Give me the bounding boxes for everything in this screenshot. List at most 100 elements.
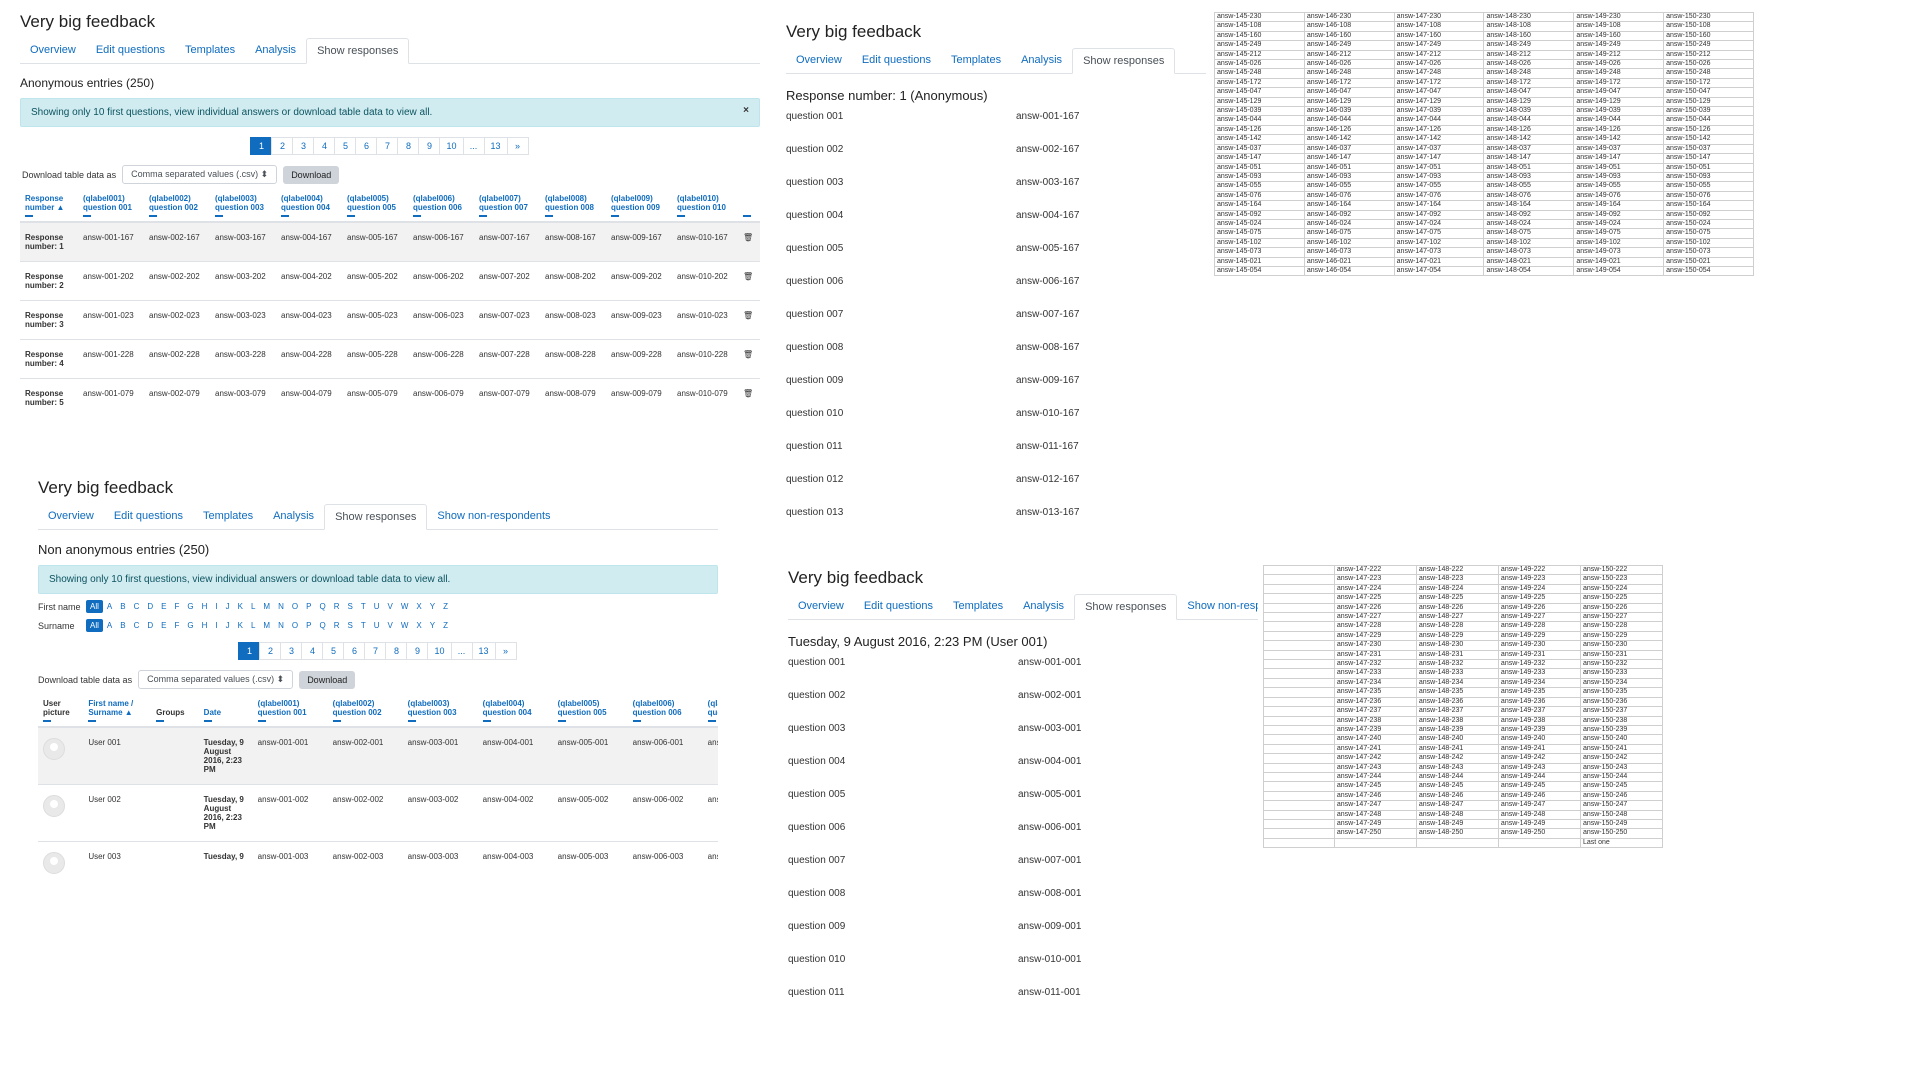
- initial-n[interactable]: N: [274, 600, 288, 613]
- collapse-icon[interactable]: [545, 215, 553, 217]
- page-link[interactable]: 4: [301, 642, 324, 660]
- column-header[interactable]: (qlabel002) question 002: [144, 190, 210, 223]
- column-header[interactable]: (qlabel00question: [702, 695, 718, 728]
- close-icon[interactable]: ×: [743, 105, 749, 116]
- column-header[interactable]: (qlabel005) question 005: [342, 190, 408, 223]
- collapse-icon[interactable]: [482, 720, 491, 722]
- initial-p[interactable]: P: [302, 619, 315, 632]
- initial-u[interactable]: U: [370, 619, 384, 632]
- collapse-icon[interactable]: [677, 215, 685, 217]
- page-link[interactable]: 9: [406, 642, 429, 660]
- initial-z[interactable]: Z: [439, 619, 452, 632]
- page-link[interactable]: 1: [238, 642, 261, 660]
- tab-show-non-respondents[interactable]: Show non-respondents: [427, 504, 560, 529]
- collapse-icon[interactable]: [43, 720, 51, 722]
- collapse-icon[interactable]: [632, 720, 641, 722]
- collapse-icon[interactable]: [407, 720, 416, 722]
- page-link[interactable]: 2: [271, 137, 294, 155]
- initial-a[interactable]: A: [103, 600, 116, 613]
- collapse-icon[interactable]: [88, 720, 97, 722]
- tab-edit-questions[interactable]: Edit questions: [854, 594, 943, 619]
- initial-n[interactable]: N: [274, 619, 288, 632]
- column-header[interactable]: (qlabel001) question 001: [252, 695, 328, 728]
- initial-i[interactable]: I: [211, 600, 221, 613]
- initial-q[interactable]: Q: [315, 600, 329, 613]
- collapse-icon[interactable]: [707, 720, 716, 722]
- initial-v[interactable]: V: [383, 600, 396, 613]
- initial-w[interactable]: W: [397, 619, 413, 632]
- page-link[interactable]: »: [506, 137, 529, 155]
- initial-p[interactable]: P: [302, 600, 315, 613]
- initial-c[interactable]: C: [130, 600, 144, 613]
- user-link[interactable]: User 003: [83, 841, 152, 884]
- initial-k[interactable]: K: [234, 619, 247, 632]
- response-number-link[interactable]: Response number: 2: [20, 261, 78, 301]
- response-number-link[interactable]: Response number: 5: [20, 378, 78, 407]
- column-header[interactable]: (qlabel010) question 010: [672, 190, 738, 223]
- user-link[interactable]: User 002: [83, 784, 152, 842]
- initial-c[interactable]: C: [130, 619, 144, 632]
- initial-l[interactable]: L: [247, 600, 259, 613]
- initial-e[interactable]: E: [157, 600, 170, 613]
- page-link[interactable]: 7: [364, 642, 387, 660]
- column-header[interactable]: (qlabel007) question 007: [474, 190, 540, 223]
- initial-b[interactable]: B: [116, 600, 129, 613]
- format-select[interactable]: Comma separated values (.csv) ⬍: [122, 165, 278, 184]
- date-link[interactable]: Tuesday, 9 August 2016, 2:23 PM: [198, 784, 253, 842]
- initial-o[interactable]: O: [288, 619, 302, 632]
- initial-f[interactable]: F: [170, 619, 183, 632]
- page-link[interactable]: 6: [343, 642, 366, 660]
- download-button[interactable]: Download: [283, 165, 340, 184]
- initial-all[interactable]: All: [86, 619, 103, 632]
- page-link[interactable]: 2: [259, 642, 282, 660]
- tab-overview[interactable]: Overview: [38, 504, 104, 529]
- tab-edit-questions[interactable]: Edit questions: [852, 48, 941, 73]
- tab-templates[interactable]: Templates: [943, 594, 1013, 619]
- column-header[interactable]: (qlabel006) question 006: [627, 695, 703, 728]
- tab-overview[interactable]: Overview: [788, 594, 854, 619]
- initial-r[interactable]: R: [330, 600, 344, 613]
- initial-w[interactable]: W: [397, 600, 413, 613]
- collapse-icon[interactable]: [215, 215, 223, 217]
- initial-t[interactable]: T: [357, 600, 370, 613]
- tab-analysis[interactable]: Analysis: [263, 504, 324, 529]
- column-header[interactable]: Date: [198, 695, 253, 728]
- tab-show-responses[interactable]: Show responses: [306, 38, 410, 64]
- collapse-icon[interactable]: [257, 720, 266, 722]
- collapse-icon[interactable]: [413, 215, 421, 217]
- initial-v[interactable]: V: [383, 619, 396, 632]
- delete-icon[interactable]: 🗑: [738, 339, 760, 379]
- tab-show-responses[interactable]: Show responses: [324, 504, 428, 530]
- column-header[interactable]: (qlabel008) question 008: [540, 190, 606, 223]
- initial-q[interactable]: Q: [315, 619, 329, 632]
- collapse-icon[interactable]: [332, 720, 341, 722]
- page-link[interactable]: 6: [355, 137, 378, 155]
- column-header[interactable]: First name / Surname ▲: [83, 695, 152, 728]
- page-link[interactable]: 8: [397, 137, 420, 155]
- initial-d[interactable]: D: [143, 600, 157, 613]
- response-number-link[interactable]: Response number: 1: [20, 221, 78, 262]
- collapse-icon[interactable]: [557, 720, 566, 722]
- tab-edit-questions[interactable]: Edit questions: [86, 38, 175, 63]
- collapse-icon[interactable]: [743, 215, 751, 217]
- delete-icon[interactable]: 🗑: [738, 261, 760, 301]
- initial-x[interactable]: X: [412, 600, 425, 613]
- column-header[interactable]: (qlabel003) question 003: [402, 695, 478, 728]
- column-header[interactable]: (qlabel006) question 006: [408, 190, 474, 223]
- page-link[interactable]: 3: [292, 137, 315, 155]
- collapse-icon[interactable]: [611, 215, 619, 217]
- column-header[interactable]: (qlabel004) question 004: [477, 695, 553, 728]
- tab-overview[interactable]: Overview: [786, 48, 852, 73]
- date-link[interactable]: Tuesday, 9: [198, 841, 253, 884]
- initial-e[interactable]: E: [157, 619, 170, 632]
- page-link[interactable]: 4: [313, 137, 336, 155]
- initial-j[interactable]: J: [222, 619, 234, 632]
- page-link[interactable]: 5: [334, 137, 357, 155]
- user-link[interactable]: User 001: [83, 726, 152, 785]
- collapse-icon[interactable]: [203, 720, 212, 722]
- column-header[interactable]: (qlabel001) question 001: [78, 190, 144, 223]
- page-link[interactable]: »: [494, 642, 517, 660]
- page-link[interactable]: 13: [483, 137, 508, 155]
- tab-show-responses[interactable]: Show responses: [1074, 594, 1178, 620]
- initial-l[interactable]: L: [247, 619, 259, 632]
